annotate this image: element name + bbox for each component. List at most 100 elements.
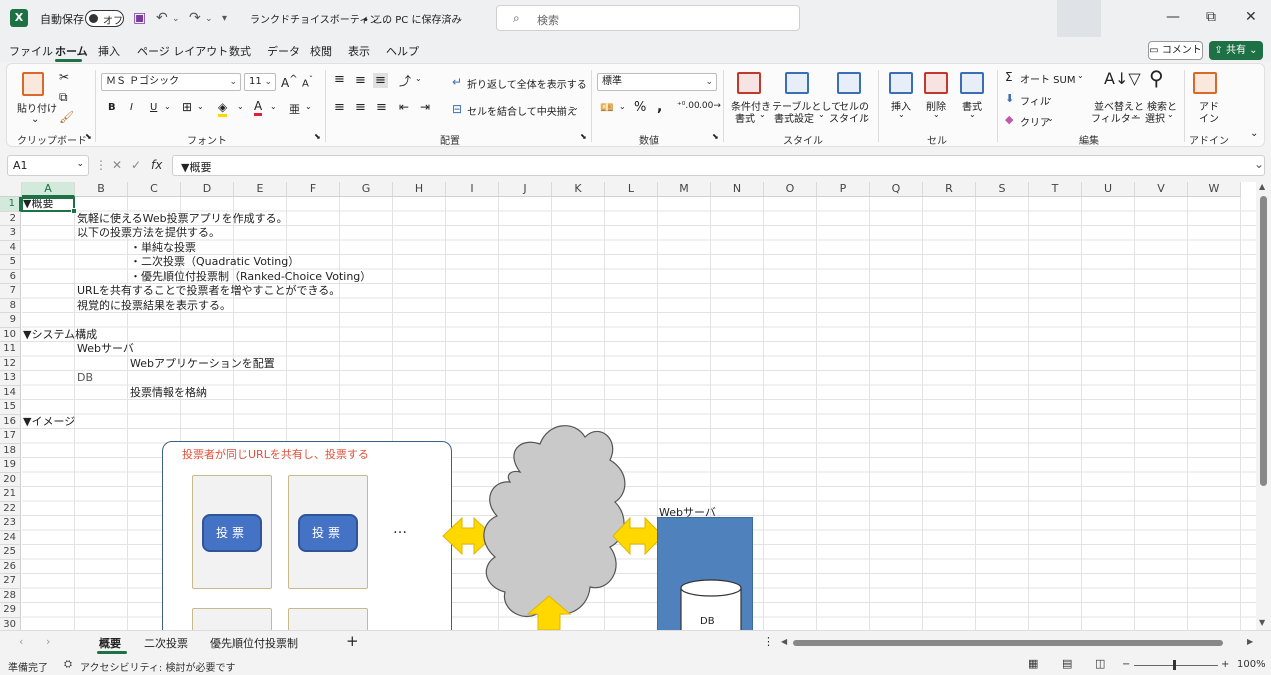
next-sheet-icon[interactable]: › bbox=[46, 635, 50, 648]
fill-color-dropdown-icon[interactable]: ⌄ bbox=[237, 102, 244, 111]
sheet-tab-overview[interactable]: 概要 bbox=[99, 635, 121, 651]
autosum-icon[interactable]: Σ bbox=[1005, 70, 1013, 84]
sheet-tab-ranked-choice[interactable]: 優先順位付投票制 bbox=[210, 635, 298, 651]
clipboard-launcher-icon[interactable]: ⬊ bbox=[85, 132, 92, 141]
close-icon[interactable]: ✕ bbox=[1245, 9, 1257, 25]
search-box[interactable]: ⌕ 検索 bbox=[496, 5, 800, 31]
number-launcher-icon[interactable]: ⬊ bbox=[712, 132, 719, 141]
autosum-label[interactable]: オート SUM bbox=[1020, 71, 1075, 86]
expand-formula-icon[interactable]: ⌄ bbox=[1254, 157, 1264, 171]
align-middle-icon[interactable]: ≡ bbox=[355, 73, 366, 88]
scroll-right-icon[interactable]: ▶ bbox=[1247, 637, 1253, 646]
undo-icon[interactable]: ↶ bbox=[156, 10, 168, 26]
normal-view-icon[interactable]: ▦ bbox=[1028, 657, 1038, 670]
minimize-icon[interactable]: — bbox=[1166, 9, 1180, 25]
addins-icon[interactable] bbox=[1193, 72, 1217, 94]
increase-indent-icon[interactable]: ⇥ bbox=[420, 100, 430, 114]
decrease-decimal-icon[interactable]: .00→ bbox=[699, 101, 721, 111]
horizontal-scroll-thumb[interactable] bbox=[793, 640, 1223, 646]
wrap-text-icon[interactable]: ↵ bbox=[452, 75, 462, 89]
scroll-down-icon[interactable]: ▼ bbox=[1259, 618, 1265, 627]
redo-dropdown-icon[interactable]: ⌄ bbox=[205, 14, 213, 24]
insert-function-icon[interactable]: fx bbox=[151, 158, 162, 172]
font-color-dropdown-icon[interactable]: ⌄ bbox=[270, 102, 277, 111]
format-painter-icon[interactable]: 🖌 bbox=[59, 110, 74, 124]
cell-styles-icon[interactable] bbox=[837, 72, 861, 94]
zoom-in-icon[interactable]: + bbox=[1221, 659, 1229, 670]
table-format-dropdown-icon[interactable]: ⌄ bbox=[818, 110, 825, 119]
copy-icon[interactable]: ⧉ bbox=[59, 90, 68, 105]
autosave-toggle[interactable]: オフ bbox=[85, 10, 124, 27]
increase-decimal-icon[interactable]: ⁺⁰.00 bbox=[677, 101, 700, 111]
scroll-up-icon[interactable]: ▲ bbox=[1259, 182, 1265, 191]
align-left-icon[interactable]: ≡ bbox=[334, 100, 345, 115]
tab-home[interactable]: ホーム bbox=[55, 43, 88, 59]
decrease-font-icon[interactable]: Aˇ bbox=[302, 74, 313, 89]
font-launcher-icon[interactable]: ⬊ bbox=[314, 132, 321, 141]
sort-filter-dropdown-icon[interactable]: ⌄ bbox=[1132, 110, 1139, 119]
page-layout-view-icon[interactable]: ▤ bbox=[1062, 657, 1072, 670]
paste-label[interactable]: 貼り付け bbox=[17, 100, 57, 115]
name-box-dropdown-icon[interactable]: ⌄ bbox=[76, 159, 84, 169]
tab-file[interactable]: ファイル bbox=[9, 43, 53, 59]
sheet-tab-quadratic[interactable]: 二次投票 bbox=[144, 635, 188, 651]
italic-icon[interactable]: I bbox=[130, 102, 133, 113]
formula-input[interactable]: ▼概要 bbox=[172, 155, 1265, 176]
phonetic-dropdown-icon[interactable]: ⌄ bbox=[305, 102, 312, 111]
zoom-level[interactable]: 100% bbox=[1237, 659, 1266, 670]
merge-center-icon[interactable]: ⊟ bbox=[452, 102, 462, 116]
vertical-scroll-thumb[interactable] bbox=[1260, 196, 1267, 486]
clear-dropdown-icon[interactable]: ⌄ bbox=[1047, 114, 1054, 123]
delete-cells-icon[interactable] bbox=[924, 72, 948, 94]
underline-icon[interactable]: U bbox=[150, 102, 157, 113]
horizontal-scrollbar[interactable]: ◀ ▶ bbox=[781, 637, 1257, 649]
borders-icon[interactable]: ⊞ bbox=[182, 100, 192, 114]
paste-icon[interactable] bbox=[22, 72, 44, 96]
zoom-out-icon[interactable]: − bbox=[1122, 659, 1130, 670]
tab-page-layout[interactable]: ページ レイアウト bbox=[137, 43, 228, 59]
addins-label-2[interactable]: イン bbox=[1199, 110, 1219, 125]
more-icon[interactable]: ⋮ bbox=[95, 158, 107, 172]
font-name-select[interactable]: ＭＳ Ｐゴシック ⌄ bbox=[101, 73, 241, 91]
align-center-icon[interactable]: ≡ bbox=[355, 100, 366, 115]
format-cells-icon[interactable] bbox=[960, 72, 984, 94]
find-select-label-2[interactable]: 選択 bbox=[1145, 110, 1165, 125]
tab-splitter-icon[interactable]: ⋮ bbox=[763, 635, 774, 648]
autosum-dropdown-icon[interactable]: ⌄ bbox=[1077, 71, 1084, 80]
scroll-left-icon[interactable]: ◀ bbox=[781, 637, 787, 646]
phonetic-icon[interactable]: 亜 bbox=[289, 101, 300, 117]
cancel-entry-icon[interactable]: ✕ bbox=[112, 158, 122, 172]
delete-dropdown-icon[interactable]: ⌄ bbox=[933, 110, 940, 119]
insert-cells-icon[interactable] bbox=[889, 72, 913, 94]
decrease-indent-icon[interactable]: ⇤ bbox=[399, 100, 409, 114]
page-break-view-icon[interactable]: ◫ bbox=[1095, 657, 1105, 670]
format-as-table-icon[interactable] bbox=[785, 72, 809, 94]
tab-formulas[interactable]: 数式 bbox=[229, 43, 251, 59]
underline-dropdown-icon[interactable]: ⌄ bbox=[164, 102, 171, 111]
save-location[interactable]: • この PC に保存済み bbox=[363, 11, 461, 26]
tab-review[interactable]: 校閲 bbox=[310, 43, 332, 59]
accessibility-status[interactable]: アクセシビリティ: 検討が必要です bbox=[80, 659, 235, 674]
wrap-text-label[interactable]: 折り返して全体を表示する bbox=[467, 76, 587, 91]
find-select-dropdown-icon[interactable]: ⌄ bbox=[1167, 110, 1174, 119]
increase-font-icon[interactable]: A^ bbox=[281, 74, 298, 90]
account-area[interactable] bbox=[1057, 0, 1101, 37]
fill-color-icon[interactable]: ◈ bbox=[218, 100, 228, 117]
cut-icon[interactable]: ✂ bbox=[59, 70, 69, 84]
name-box[interactable]: A1 ⌄ bbox=[7, 155, 89, 176]
customize-qat-icon[interactable]: ▾ bbox=[222, 13, 227, 24]
restore-icon[interactable]: ⧉ bbox=[1206, 9, 1216, 25]
orientation-dropdown-icon[interactable]: ⌄ bbox=[415, 74, 422, 83]
insert-dropdown-icon[interactable]: ⌄ bbox=[898, 110, 905, 119]
borders-dropdown-icon[interactable]: ⌄ bbox=[197, 102, 204, 111]
alignment-launcher-icon[interactable]: ⬊ bbox=[580, 132, 587, 141]
redo-icon[interactable]: ↷ bbox=[189, 10, 201, 26]
cell-style-dropdown-icon[interactable]: ⌄ bbox=[863, 110, 870, 119]
cond-format-dropdown-icon[interactable]: ⌄ bbox=[759, 110, 766, 119]
tab-help[interactable]: ヘルプ bbox=[386, 43, 419, 59]
confirm-entry-icon[interactable]: ✓ bbox=[131, 158, 141, 172]
align-top-icon[interactable]: ≡ bbox=[334, 72, 345, 87]
worksheet-grid[interactable]: ABCDEFGHIJKLMNOPQRSTUVW 1 2 3 4 5 6 7 8 9 10 11 12 1… bbox=[0, 182, 1256, 630]
comma-style-icon[interactable]: , bbox=[657, 99, 662, 115]
accounting-format-icon[interactable]: 💴 bbox=[600, 101, 614, 114]
